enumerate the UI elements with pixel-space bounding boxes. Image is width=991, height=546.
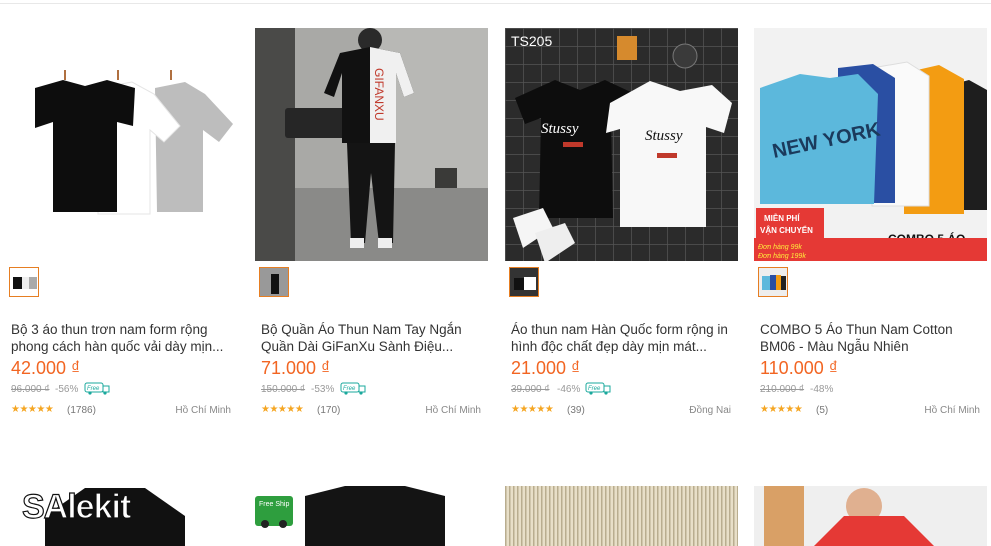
product-image[interactable]: [5, 28, 238, 261]
original-price: 150.000 ₫: [261, 384, 306, 395]
watermark-logo: SAlekit: [21, 487, 131, 526]
product-price: 71.000 ₫: [261, 358, 331, 378]
rating-count: (170): [317, 405, 341, 416]
product-title[interactable]: Bộ Quần Áo Thun Nam Tay Ngắn Quần Dài Gi…: [261, 321, 483, 355]
svg-text:MIỄN PHÍ: MIỄN PHÍ: [764, 214, 800, 223]
discount-percent: -48%: [810, 384, 834, 395]
original-price: 96.000 ₫: [11, 384, 50, 395]
product-image[interactable]: [505, 486, 738, 546]
product-image[interactable]: [754, 486, 987, 546]
product-price: 21.000 ₫: [511, 358, 581, 378]
variant-swatch[interactable]: [9, 267, 39, 297]
free-shipping-icon: Free: [340, 381, 367, 395]
free-shipping-icon: Free: [84, 381, 111, 395]
rating-stars: ★★★★★: [760, 404, 803, 415]
product-title[interactable]: Bộ 3 áo thun trơn nam form rộng phong cá…: [11, 321, 233, 355]
free-shipping-icon: Free: [585, 381, 612, 395]
svg-text:Đơn hàng 199k: Đơn hàng 199k: [758, 253, 806, 260]
discount-percent: -56%: [55, 384, 79, 395]
seller-location: Hồ Chí Minh: [425, 405, 481, 416]
top-divider: [0, 0, 991, 4]
seller-location: Hồ Chí Minh: [924, 405, 980, 416]
variant-swatch[interactable]: [509, 267, 539, 297]
svg-text:VẬN CHUYỂN: VẬN CHUYỂN: [760, 226, 813, 235]
svg-text:GIFANXU: GIFANXU: [372, 68, 386, 121]
discount-percent: -46%: [557, 384, 581, 395]
discount-percent: -53%: [311, 384, 335, 395]
variant-swatch[interactable]: [259, 267, 289, 297]
original-price: 39.000 ₫: [511, 384, 550, 395]
rating-count: (1786): [67, 405, 96, 416]
svg-text:Free: Free: [87, 386, 100, 392]
rating-count: (39): [567, 405, 585, 416]
variant-swatch[interactable]: [758, 267, 788, 297]
product-image[interactable]: Free Ship: [255, 486, 488, 546]
svg-text:Stussy: Stussy: [645, 128, 683, 144]
seller-location: Đồng Nai: [689, 405, 731, 416]
product-title[interactable]: Áo thun nam Hàn Quốc form rộng in hình đ…: [511, 321, 733, 355]
svg-text:Stussy: Stussy: [541, 121, 579, 137]
product-image[interactable]: GIFANXU: [255, 28, 488, 261]
svg-text:TS205: TS205: [511, 33, 552, 49]
svg-text:Free Ship: Free Ship: [259, 501, 289, 508]
original-price: 210.000 ₫: [760, 384, 805, 395]
rating-stars: ★★★★★: [11, 404, 54, 415]
rating-stars: ★★★★★: [261, 404, 304, 415]
rating-count: (5): [816, 405, 829, 416]
product-price: 42.000 ₫: [11, 358, 81, 378]
svg-text:Đơn hàng 99k: Đơn hàng 99k: [758, 244, 802, 251]
product-price: 110.000 ₫: [760, 358, 838, 378]
seller-location: Hồ Chí Minh: [175, 405, 231, 416]
product-image[interactable]: TS205 Stussy Stussy: [505, 28, 738, 261]
svg-text:Free: Free: [343, 386, 356, 392]
svg-text:Free: Free: [588, 386, 601, 392]
product-image[interactable]: NEW YORK MIỄN PHÍ VẬN CHUYỂN COMBO 5 ÁO …: [754, 28, 987, 261]
product-title[interactable]: COMBO 5 Áo Thun Nam Cotton BM06 - Màu Ng…: [760, 321, 982, 355]
rating-stars: ★★★★★: [511, 404, 554, 415]
